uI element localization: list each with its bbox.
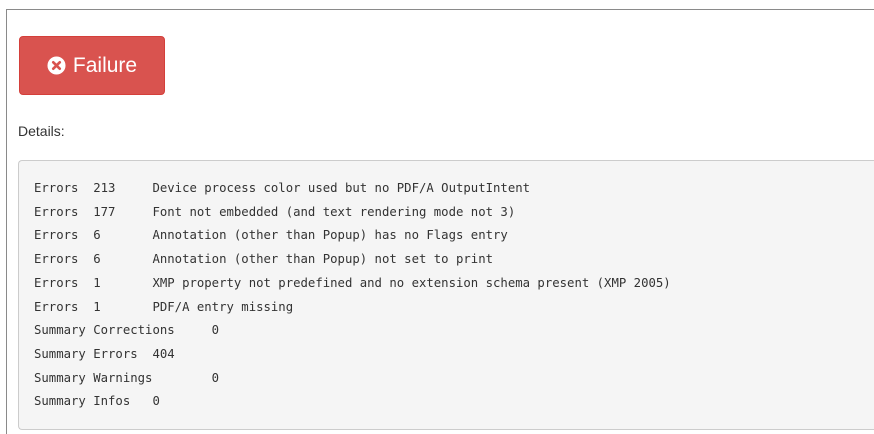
report-line: Summary Warnings 0 bbox=[34, 370, 220, 385]
report-line: Summary Infos 0 bbox=[34, 394, 160, 409]
report-line: Errors 1 XMP property not predefined and… bbox=[34, 275, 671, 290]
failure-button[interactable]: Failure bbox=[19, 36, 165, 95]
report-line: Errors 177 Font not embedded (and text r… bbox=[34, 204, 516, 219]
report-line: Errors 6 Annotation (other than Popup) n… bbox=[34, 252, 494, 267]
report-line: Errors 1 PDF/A entry missing bbox=[34, 299, 294, 314]
times-circle-icon bbox=[47, 56, 66, 75]
report-line: Summary Corrections 0 bbox=[34, 323, 220, 338]
details-report: Errors 213 Device process color used but… bbox=[18, 160, 874, 430]
report-line: Errors 213 Device process color used but… bbox=[34, 181, 531, 195]
status-label: Failure bbox=[72, 53, 138, 77]
result-panel: Failure Details: Errors 213 Device proce… bbox=[6, 9, 874, 434]
report-line: Summary Errors 404 bbox=[34, 346, 175, 361]
report-line: Errors 6 Annotation (other than Popup) h… bbox=[34, 228, 508, 243]
details-label: Details: bbox=[18, 123, 65, 139]
